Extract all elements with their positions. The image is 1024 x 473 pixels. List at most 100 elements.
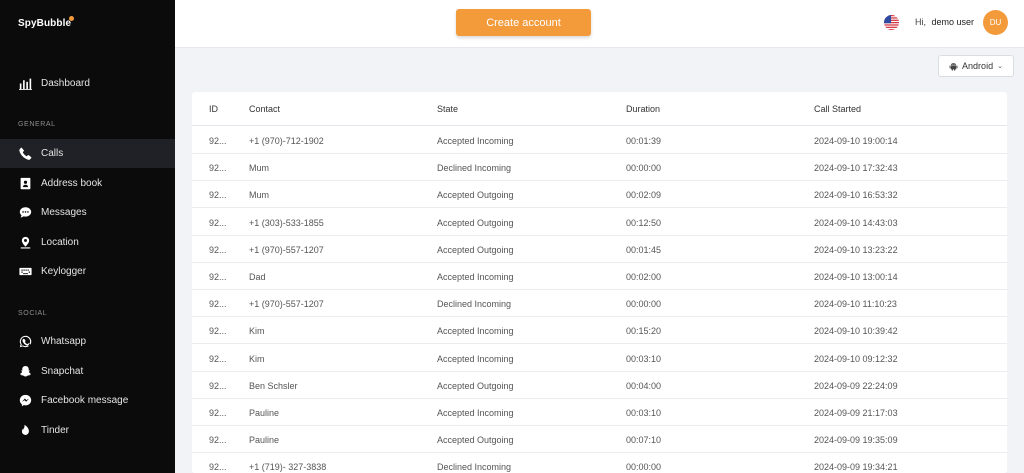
- cell-duration: 00:03:10: [626, 408, 662, 418]
- brand-logo[interactable]: SpyBubble: [18, 18, 71, 29]
- cell-id: 92...: [209, 272, 227, 282]
- cell-duration: 00:12:50: [626, 217, 662, 228]
- column-header-duration[interactable]: Duration: [626, 104, 660, 114]
- table-row[interactable]: 92... Pauline Accepted Outgoing 00:07:10 202…: [192, 426, 1007, 454]
- table-row[interactable]: 92... Kim Accepted Incoming 00:15:20 2024-09…: [192, 317, 1007, 345]
- sidebar-item-label: Keylogger: [41, 266, 87, 277]
- user-name[interactable]: demo user: [932, 17, 975, 27]
- sidebar-item-dashboard[interactable]: Dashboard: [0, 69, 175, 98]
- user-greeting: Hi, demo user: [915, 17, 974, 27]
- cell-id: 92...: [209, 408, 227, 418]
- cell-id: 92...: [209, 136, 227, 146]
- location-pin-icon: [19, 236, 32, 249]
- cell-state: Accepted Outgoing: [437, 244, 514, 255]
- cell-state: Declined Incoming: [437, 299, 512, 310]
- cell-duration: 00:02:00: [626, 272, 662, 282]
- sidebar-item-messages[interactable]: Messages: [0, 198, 175, 227]
- column-header-state[interactable]: State: [437, 104, 458, 114]
- sidebar-item-facebook-message[interactable]: Facebook message: [0, 386, 175, 415]
- cell-contact: Kim: [249, 326, 265, 337]
- cell-state: Declined Incoming: [437, 462, 512, 473]
- sidebar-item-label: Messages: [41, 207, 87, 218]
- cell-call-started: 2024-09-10 14:43:03: [814, 217, 898, 228]
- logo-dot: [69, 16, 74, 21]
- sidebar-item-label: Snapchat: [41, 366, 84, 377]
- cell-state: Declined Incoming: [437, 163, 512, 174]
- table-row[interactable]: 92... Mum Declined Incoming 00:00:00 2024-09…: [192, 154, 1007, 182]
- table-row[interactable]: 92... +1 (303)-533-1855 Accepted Outgoing 0…: [192, 209, 1007, 236]
- snapchat-ghost-icon: [19, 365, 32, 378]
- cell-id: 92...: [209, 435, 227, 446]
- chart-bars-icon: [19, 77, 32, 90]
- sidebar-item-label: Whatsapp: [41, 336, 87, 347]
- table-row[interactable]: 92... Dad Accepted Incoming 00:02:00 2024-09…: [192, 263, 1007, 290]
- cell-contact: Mum: [249, 190, 269, 201]
- sidebar-item-snapchat[interactable]: Snapchat: [0, 357, 175, 386]
- flame-icon: [19, 424, 32, 437]
- cell-state: Accepted Incoming: [437, 136, 514, 146]
- cell-contact: +1 (970)-557-1207: [249, 299, 324, 310]
- cell-duration: 00:00:00: [626, 299, 662, 310]
- device-selected-label: Android: [962, 61, 994, 71]
- cell-call-started: 2024-09-10 11:10:23: [814, 299, 897, 310]
- sidebar-item-label: Address book: [41, 178, 103, 189]
- cell-call-started: 2024-09-10 13:23:22: [814, 244, 898, 255]
- sidebar-item-calls[interactable]: Calls: [0, 139, 175, 168]
- cell-call-started: 2024-09-10 19:00:14: [814, 136, 898, 146]
- cell-contact: Pauline: [249, 408, 280, 418]
- cell-call-started: 2024-09-10 16:53:32: [814, 190, 898, 201]
- chat-bubble-icon: [19, 206, 32, 219]
- cell-state: Accepted Incoming: [437, 272, 514, 282]
- sidebar-item-address-book[interactable]: Address book: [0, 169, 175, 198]
- avatar[interactable]: DU: [983, 10, 1008, 35]
- cell-duration: 00:01:45: [626, 244, 662, 255]
- phone-icon: [19, 147, 32, 160]
- column-header-contact[interactable]: Contact: [249, 104, 280, 114]
- cell-duration: 00:01:39: [626, 136, 662, 146]
- table-row[interactable]: 92... Ben Schsler Accepted Outgoing 00:04:0…: [192, 372, 1007, 399]
- cell-duration: 00:04:00: [626, 380, 662, 391]
- sidebar-item-label: Dashboard: [41, 78, 90, 89]
- cell-state: Accepted Outgoing: [437, 380, 514, 391]
- column-header-id[interactable]: ID: [209, 104, 218, 114]
- cell-contact: +1 (719)- 327-3838: [249, 462, 327, 473]
- android-icon: [949, 62, 958, 70]
- table-row[interactable]: 92... +1 (970)-712-1902 Accepted Incoming 0…: [192, 127, 1007, 154]
- sidebar-item-label: Facebook message: [41, 395, 129, 406]
- whatsapp-icon: [19, 335, 32, 348]
- sidebar-item-label: Calls: [41, 148, 64, 159]
- cell-call-started: 2024-09-09 19:35:09: [814, 435, 898, 446]
- cell-call-started: 2024-09-10 09:12:32: [814, 353, 898, 364]
- create-account-button[interactable]: Create account: [456, 9, 591, 36]
- table-row[interactable]: 92... +1 (719)- 327-3838 Declined Incoming…: [192, 453, 1007, 473]
- cell-id: 92...: [209, 163, 227, 174]
- cell-state: Accepted Outgoing: [437, 217, 514, 228]
- cell-contact: +1 (970)-557-1207: [249, 244, 324, 255]
- sidebar: SpyBubble Dashboard GENERAL Calls Addres…: [0, 0, 175, 473]
- cell-call-started: 2024-09-09 19:34:21: [814, 462, 898, 473]
- device-selector[interactable]: Android ⌄: [938, 55, 1014, 77]
- cell-state: Accepted Outgoing: [437, 190, 514, 201]
- table-row[interactable]: 92... Kim Accepted Incoming 00:03:10 2024-09…: [192, 345, 1007, 372]
- messenger-icon: [19, 394, 32, 407]
- top-header: Create account Hi, demo user DU: [175, 0, 1024, 48]
- cell-contact: Ben Schsler: [249, 380, 298, 391]
- table-row[interactable]: 92... +1 (970)-557-1207 Declined Incoming 0…: [192, 290, 1007, 318]
- us-flag-icon[interactable]: [884, 15, 899, 30]
- table-row[interactable]: 92... Pauline Accepted Incoming 00:03:10 202…: [192, 399, 1007, 426]
- table-header: ID Contact State Duration Call Started: [192, 92, 1007, 126]
- column-header-call-started[interactable]: Call Started: [814, 104, 861, 114]
- sidebar-item-location[interactable]: Location: [0, 228, 175, 257]
- sidebar-item-keylogger[interactable]: Keylogger: [0, 257, 175, 286]
- cell-duration: 00:07:10: [626, 435, 662, 446]
- sidebar-item-whatsapp[interactable]: Whatsapp: [0, 327, 175, 356]
- sidebar-item-label: Location: [41, 237, 79, 248]
- table-row[interactable]: 92... +1 (970)-557-1207 Accepted Outgoing 0…: [192, 236, 1007, 263]
- table-row[interactable]: 92... Mum Accepted Outgoing 00:02:09 2024-09…: [192, 181, 1007, 209]
- cell-state: Accepted Incoming: [437, 408, 514, 418]
- section-label-social: SOCIAL: [18, 310, 48, 317]
- cell-state: Accepted Incoming: [437, 326, 514, 337]
- sidebar-item-tinder[interactable]: Tinder: [0, 416, 175, 445]
- chevron-down-icon: ⌄: [997, 63, 1003, 70]
- sidebar-item-label: Tinder: [41, 425, 69, 436]
